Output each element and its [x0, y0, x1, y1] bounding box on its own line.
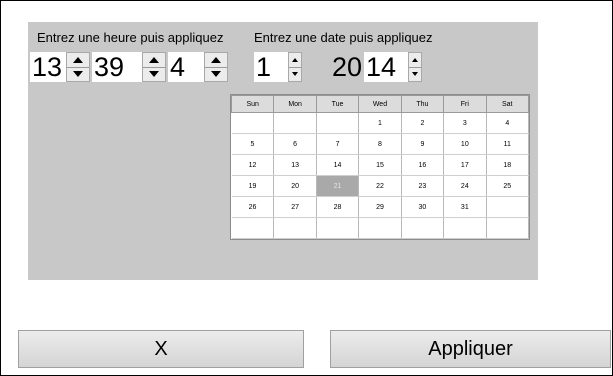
century-text: 20: [331, 52, 362, 82]
weekday-header: Fri: [443, 95, 487, 113]
calendar-day[interactable]: 26: [231, 196, 275, 218]
calendar-day[interactable]: 24: [443, 175, 487, 197]
calendar-day[interactable]: 21: [316, 175, 360, 197]
calendar-day[interactable]: 8: [358, 133, 402, 155]
calendar-day[interactable]: 27: [273, 196, 317, 218]
calendar-empty-cell: [316, 112, 360, 134]
calendar-empty-cell: [316, 217, 360, 239]
calendar-day[interactable]: 6: [273, 133, 317, 155]
calendar-day[interactable]: 25: [486, 175, 530, 197]
calendar-day[interactable]: 9: [401, 133, 445, 155]
second-field[interactable]: 4: [168, 52, 204, 82]
second-up-icon[interactable]: [205, 53, 227, 68]
month-calendar[interactable]: Sun Mon Tue Wed Thu Fri Sat 1 2 3 4 5 6 7 8 9 10 11 12 13 1…: [230, 94, 530, 240]
time-label: Entrez une heure puis appliquez: [37, 30, 224, 45]
calendar-day[interactable]: 15: [358, 154, 402, 176]
weekday-header: Thu: [400, 95, 445, 113]
year-field[interactable]: 14: [364, 52, 408, 82]
calendar-empty-cell: [401, 217, 445, 239]
calendar-day[interactable]: 1: [358, 112, 402, 134]
calendar-day[interactable]: 22: [358, 175, 402, 197]
minute-up-icon[interactable]: [143, 53, 165, 68]
hour-up-icon[interactable]: [67, 53, 89, 68]
date-label: Entrez une date puis appliquez: [254, 30, 433, 45]
calendar-day[interactable]: 12: [231, 154, 275, 176]
second-spinner[interactable]: [204, 52, 228, 82]
hour-down-icon[interactable]: [67, 67, 89, 81]
calendar-empty-cell: [273, 112, 317, 134]
calendar-day[interactable]: 18: [486, 154, 530, 176]
minute-spinner[interactable]: [142, 52, 166, 82]
calendar-week-row: [231, 217, 530, 239]
calendar-day[interactable]: 2: [401, 112, 445, 134]
calendar-day[interactable]: 28: [316, 196, 360, 218]
calendar-day[interactable]: 7: [316, 133, 360, 155]
year-down-icon[interactable]: [409, 67, 421, 81]
calendar-week-row: 19 20 21 22 23 24 25: [231, 175, 530, 197]
year-up-icon[interactable]: [409, 53, 421, 68]
weekday-header: Sun: [230, 95, 275, 113]
calendar-day[interactable]: 16: [401, 154, 445, 176]
weekday-header: Sat: [485, 95, 530, 113]
calendar-empty-cell: [486, 217, 530, 239]
minute-field[interactable]: 39: [92, 52, 142, 82]
apply-button[interactable]: Appliquer: [330, 330, 611, 368]
calendar-day[interactable]: 23: [401, 175, 445, 197]
calendar-empty-cell: [231, 112, 275, 134]
calendar-week-row: 5 6 7 8 9 10 11: [231, 133, 530, 155]
minute-down-icon[interactable]: [143, 67, 165, 81]
calendar-week-row: 26 27 28 29 30 31: [231, 196, 530, 218]
calendar-empty-cell: [273, 217, 317, 239]
weekday-header: Wed: [358, 95, 402, 113]
calendar-empty-cell: [443, 217, 487, 239]
calendar-day[interactable]: 20: [273, 175, 317, 197]
calendar-day[interactable]: 14: [316, 154, 360, 176]
calendar-day[interactable]: 13: [273, 154, 317, 176]
weekday-header: Mon: [273, 95, 317, 113]
calendar-empty-cell: [231, 217, 275, 239]
second-down-icon[interactable]: [205, 67, 227, 81]
year-spinner[interactable]: [408, 52, 422, 82]
hour-spinner[interactable]: [66, 52, 90, 82]
calendar-day[interactable]: 31: [443, 196, 487, 218]
calendar-week-row: 1234: [231, 112, 530, 134]
day-field[interactable]: 1: [254, 52, 288, 82]
weekday-header: Tue: [315, 95, 360, 113]
calendar-day[interactable]: 29: [358, 196, 402, 218]
calendar-day[interactable]: 11: [486, 133, 530, 155]
calendar-day[interactable]: 17: [443, 154, 487, 176]
hour-field[interactable]: 13: [30, 52, 66, 82]
day-down-icon[interactable]: [289, 67, 301, 81]
cancel-button[interactable]: X: [18, 330, 304, 368]
day-up-icon[interactable]: [289, 53, 301, 68]
calendar-day[interactable]: 30: [401, 196, 445, 218]
calendar-empty-cell: [486, 196, 530, 218]
calendar-day[interactable]: 10: [443, 133, 487, 155]
calendar-day[interactable]: 19: [231, 175, 275, 197]
calendar-day[interactable]: 5: [231, 133, 275, 155]
calendar-day[interactable]: 4: [486, 112, 530, 134]
calendar-day[interactable]: 3: [443, 112, 487, 134]
calendar-empty-cell: [358, 217, 402, 239]
settings-panel: Entrez une heure puis appliquez Entrez u…: [28, 22, 538, 280]
day-spinner[interactable]: [288, 52, 302, 82]
calendar-week-row: 12 13 14 15 16 17 18: [231, 154, 530, 176]
